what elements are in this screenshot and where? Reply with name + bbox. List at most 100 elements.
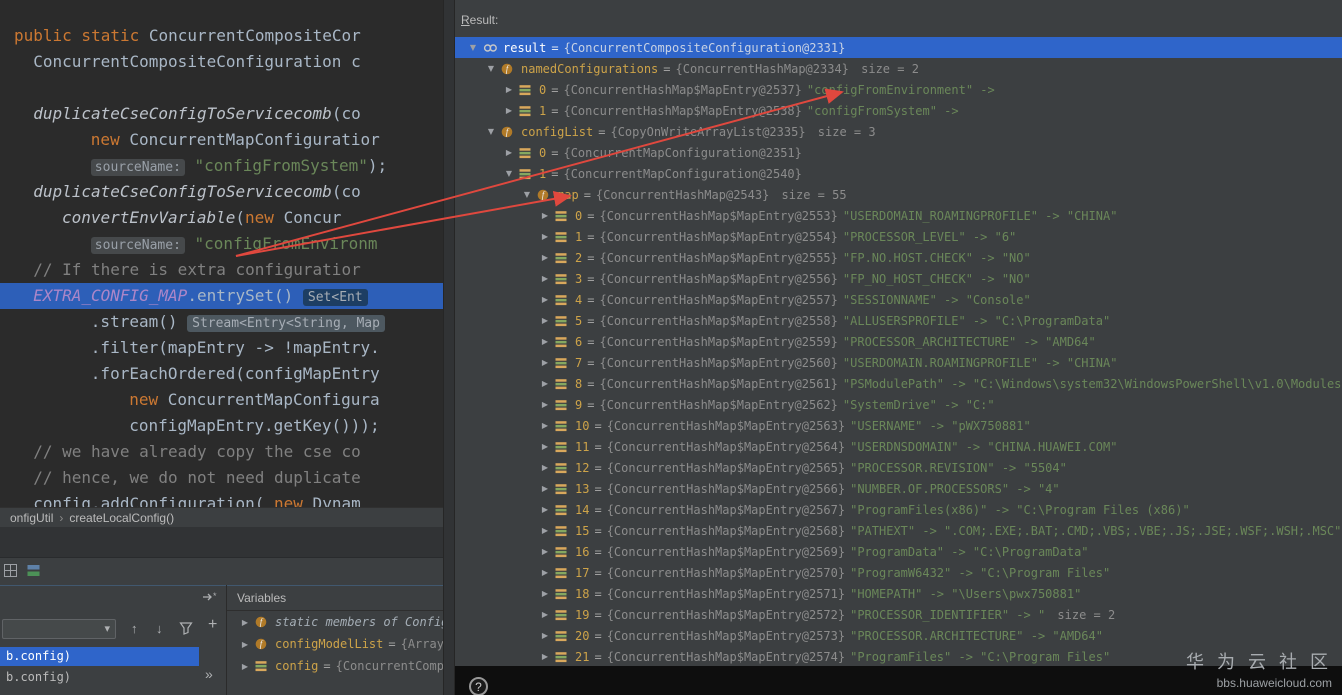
collapse-icon[interactable]: ▼ xyxy=(486,64,496,73)
variable-row[interactable]: ▶ config = {ConcurrentComposi xyxy=(227,655,443,677)
collapse-icon[interactable]: ▼ xyxy=(522,190,532,199)
code-line[interactable]: sourceName: "configFromSystem"); xyxy=(0,153,443,179)
code-line[interactable]: config.addConfiguration( new Dynam xyxy=(0,491,443,508)
help-icon[interactable]: ? xyxy=(469,677,488,695)
code-line[interactable]: public static ConcurrentCompositeCor xyxy=(0,23,443,49)
expand-icon[interactable]: ▶ xyxy=(540,652,550,661)
expand-icon[interactable]: ▶ xyxy=(540,463,550,472)
expand-icon[interactable]: ▶ xyxy=(540,400,550,409)
expand-icon[interactable]: ▶ xyxy=(540,211,550,220)
code-line[interactable]: // If there is extra configuratior xyxy=(0,257,443,283)
expand-icon[interactable]: ▶ xyxy=(540,379,550,388)
show-values-inline-icon[interactable]: * xyxy=(202,590,218,602)
expand-icon[interactable]: ▶ xyxy=(504,106,514,115)
variable-row[interactable]: ▶ 18 = {ConcurrentHashMap$MapEntry@2571} "HO… xyxy=(455,583,1342,604)
variable-row[interactable]: ▶ f static members of ConfigUtil xyxy=(227,611,443,633)
variable-row[interactable]: ▶ 20 = {ConcurrentHashMap$MapEntry@2573} "PR… xyxy=(455,625,1342,646)
collapse-icon[interactable]: ▼ xyxy=(468,43,478,52)
variable-row[interactable]: ▶ 7 = {ConcurrentHashMap$MapEntry@2560} "USE… xyxy=(455,352,1342,373)
variable-row[interactable]: ▶ 1 = {ConcurrentHashMap$MapEntry@2538} "con… xyxy=(455,100,1342,121)
variable-row[interactable]: ▼ f namedConfigurations = {ConcurrentHashMap… xyxy=(455,58,1342,79)
code-line[interactable]: convertEnvVariable(new Concur xyxy=(0,205,443,231)
more-chevrons-icon[interactable]: » xyxy=(205,667,214,681)
variable-row[interactable]: ▶ 2 = {ConcurrentHashMap$MapEntry@2555} "FP.… xyxy=(455,247,1342,268)
variable-row[interactable]: ▶ 13 = {ConcurrentHashMap$MapEntry@2566} "NU… xyxy=(455,478,1342,499)
code-line[interactable]: new ConcurrentMapConfigura xyxy=(0,387,443,413)
expand-icon[interactable]: ▶ xyxy=(540,610,550,619)
expand-icon[interactable]: ▶ xyxy=(540,589,550,598)
frames-thread-combobox[interactable]: ▾ xyxy=(2,619,116,639)
expand-icon[interactable]: ▶ xyxy=(540,253,550,262)
variable-row[interactable]: ▶ 12 = {ConcurrentHashMap$MapEntry@2565} "PR… xyxy=(455,457,1342,478)
frame-row[interactable]: b.config) xyxy=(0,647,199,666)
variable-row[interactable]: ▶ 14 = {ConcurrentHashMap$MapEntry@2567} "Pr… xyxy=(455,499,1342,520)
code-line[interactable]: duplicateCseConfigToServicecomb(co xyxy=(0,179,443,205)
expand-icon[interactable]: ▶ xyxy=(540,316,550,325)
code-line[interactable]: .forEachOrdered(configMapEntry xyxy=(0,361,443,387)
grid-view-icon[interactable] xyxy=(4,564,18,578)
filter-icon[interactable] xyxy=(179,621,193,635)
splitter[interactable] xyxy=(443,0,455,695)
variable-row[interactable]: ▼ f map = {ConcurrentHashMap@2543} size = 55 xyxy=(455,184,1342,205)
variable-row[interactable]: ▼ f configList = {CopyOnWriteArrayList@2335}… xyxy=(455,121,1342,142)
expand-icon[interactable]: ▶ xyxy=(540,568,550,577)
variable-row[interactable]: ▶ 19 = {ConcurrentHashMap$MapEntry@2572} "PR… xyxy=(455,604,1342,625)
breadcrumb-method[interactable]: createLocalConfig() xyxy=(69,511,174,525)
code-line[interactable]: ConcurrentCompositeConfiguration c xyxy=(0,49,443,75)
code-line[interactable] xyxy=(0,75,443,101)
variable-row[interactable]: ▶ 11 = {ConcurrentHashMap$MapEntry@2564} "US… xyxy=(455,436,1342,457)
variable-row[interactable]: ▶ 6 = {ConcurrentHashMap$MapEntry@2559} "PRO… xyxy=(455,331,1342,352)
variable-row[interactable]: ▶ 0 = {ConcurrentHashMap$MapEntry@2537} "con… xyxy=(455,79,1342,100)
expand-icon[interactable]: ▶ xyxy=(240,640,250,649)
code-editor[interactable]: public static ConcurrentCompositeCor Conc… xyxy=(0,0,443,508)
breadcrumb-class[interactable]: onfigUtil xyxy=(10,511,53,525)
code-line[interactable]: // hence, we do not need duplicate xyxy=(0,465,443,491)
expand-icon[interactable]: ▶ xyxy=(540,442,550,451)
code-line[interactable]: .filter(mapEntry -> !mapEntry. xyxy=(0,335,443,361)
variable-row[interactable]: ▶ 9 = {ConcurrentHashMap$MapEntry@2562} "Sys… xyxy=(455,394,1342,415)
variable-row[interactable]: ▶ 8 = {ConcurrentHashMap$MapEntry@2561} "PSM… xyxy=(455,373,1342,394)
expand-icon[interactable]: ▶ xyxy=(540,358,550,367)
variable-row[interactable]: ▶ 4 = {ConcurrentHashMap$MapEntry@2557} "SES… xyxy=(455,289,1342,310)
variable-row[interactable]: ▶ 16 = {ConcurrentHashMap$MapEntry@2569} "Pr… xyxy=(455,541,1342,562)
move-up-icon[interactable]: ↑ xyxy=(131,622,138,636)
collapse-icon[interactable]: ▼ xyxy=(504,169,514,178)
variable-row[interactable]: ▶ 15 = {ConcurrentHashMap$MapEntry@2568} "PA… xyxy=(455,520,1342,541)
expand-icon[interactable]: ▶ xyxy=(540,337,550,346)
expand-icon[interactable]: ▶ xyxy=(540,526,550,535)
expand-icon[interactable]: ▶ xyxy=(540,232,550,241)
variables-tab[interactable]: Variables xyxy=(227,586,443,611)
code-line[interactable]: EXTRA_CONFIG_MAP.entrySet() Set<Ent xyxy=(0,283,443,309)
expand-icon[interactable]: ▶ xyxy=(240,618,250,627)
code-line[interactable]: configMapEntry.getKey())); xyxy=(0,413,443,439)
variable-row[interactable]: ▼ result = {ConcurrentCompositeConfiguratio… xyxy=(455,37,1342,58)
code-line[interactable]: // we have already copy the cse co xyxy=(0,439,443,465)
variable-row[interactable]: ▶ 3 = {ConcurrentHashMap$MapEntry@2556} "FP_… xyxy=(455,268,1342,289)
move-down-icon[interactable]: ↓ xyxy=(156,622,163,636)
expand-icon[interactable]: ▶ xyxy=(504,85,514,94)
expand-icon[interactable]: ▶ xyxy=(540,274,550,283)
collapse-icon[interactable]: ▼ xyxy=(486,127,496,136)
code-line[interactable]: sourceName: "configFromEnvironm xyxy=(0,231,443,257)
expand-icon[interactable]: ▶ xyxy=(540,505,550,514)
variable-row[interactable]: ▶ f configModelList = {ArrayList@ xyxy=(227,633,443,655)
code-line[interactable]: duplicateCseConfigToServicecomb(co xyxy=(0,101,443,127)
variable-row[interactable]: ▶ 0 = {ConcurrentHashMap$MapEntry@2553} "USE… xyxy=(455,205,1342,226)
expand-icon[interactable]: ▶ xyxy=(504,148,514,157)
expand-icon[interactable]: ▶ xyxy=(540,631,550,640)
code-line[interactable]: .stream() Stream<Entry<String, Map xyxy=(0,309,443,335)
expand-icon[interactable]: ▶ xyxy=(540,295,550,304)
expand-icon[interactable]: ▶ xyxy=(540,421,550,430)
expand-icon[interactable]: ▶ xyxy=(540,547,550,556)
variable-row[interactable]: ▶ 5 = {ConcurrentHashMap$MapEntry@2558} "ALL… xyxy=(455,310,1342,331)
variable-row[interactable]: ▶ 1 = {ConcurrentHashMap$MapEntry@2554} "PRO… xyxy=(455,226,1342,247)
expand-icon[interactable]: ▶ xyxy=(240,662,250,671)
variable-row[interactable]: ▼ 1 = {ConcurrentMapConfiguration@2540} xyxy=(455,163,1342,184)
code-line[interactable]: new ConcurrentMapConfiguratior xyxy=(0,127,443,153)
frame-row[interactable]: b.config) xyxy=(0,668,199,687)
variable-row[interactable]: ▶ 17 = {ConcurrentHashMap$MapEntry@2570} "Pr… xyxy=(455,562,1342,583)
variable-row[interactable]: ▶ 0 = {ConcurrentMapConfiguration@2351} xyxy=(455,142,1342,163)
add-icon[interactable]: + xyxy=(208,617,217,633)
variable-row[interactable]: ▶ 10 = {ConcurrentHashMap$MapEntry@2563} "US… xyxy=(455,415,1342,436)
layout-split-icon[interactable] xyxy=(27,564,41,578)
